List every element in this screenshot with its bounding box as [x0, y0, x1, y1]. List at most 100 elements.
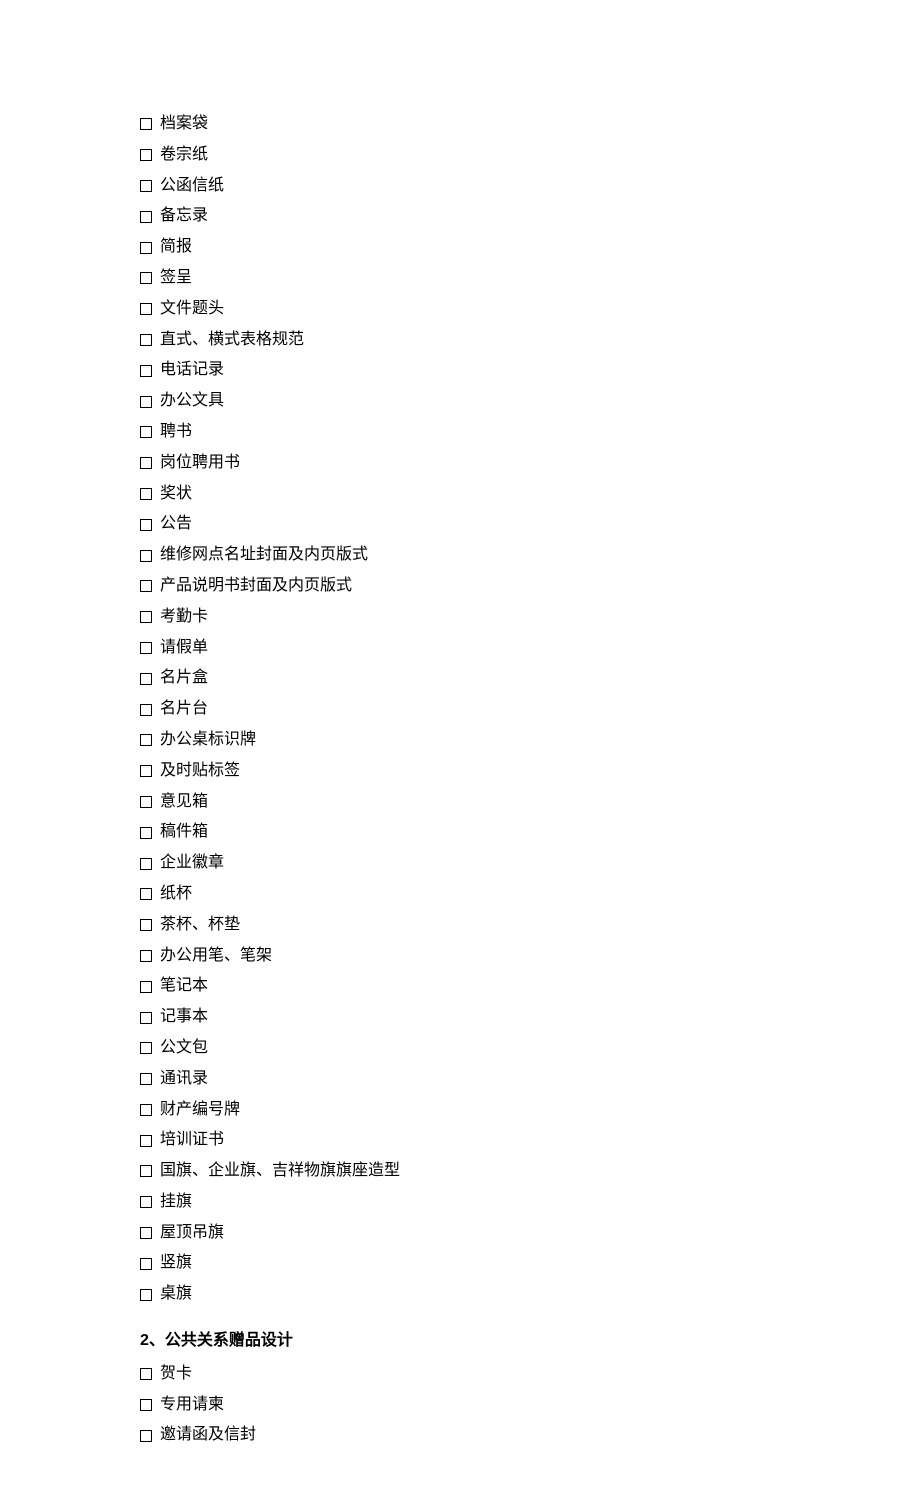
- checklist-item-label: 记事本: [160, 1003, 208, 1032]
- checklist-item: 记事本: [140, 1003, 780, 1032]
- checklist-item: 名片台: [140, 695, 780, 724]
- checkbox-icon: [140, 1165, 152, 1177]
- checklist-item: 考勤卡: [140, 603, 780, 632]
- checkbox-icon: [140, 981, 152, 993]
- checklist-item-label: 产品说明书封面及内页版式: [160, 572, 352, 601]
- checkbox-icon: [140, 1012, 152, 1024]
- checklist-item: 通讯录: [140, 1065, 780, 1094]
- checklist-item-label: 办公用笔、笔架: [160, 942, 272, 971]
- checklist-item: 维修网点名址封面及内页版式: [140, 541, 780, 570]
- checkbox-icon: [140, 1227, 152, 1239]
- checklist-item: 茶杯、杯垫: [140, 911, 780, 940]
- checklist-item-label: 奖状: [160, 480, 192, 509]
- checkbox-icon: [140, 396, 152, 408]
- checkbox-icon: [140, 1196, 152, 1208]
- checkbox-icon: [140, 704, 152, 716]
- checklist-item-label: 电话记录: [160, 356, 224, 385]
- checkbox-icon: [140, 734, 152, 746]
- checklist-item: 屋顶吊旗: [140, 1219, 780, 1248]
- checkbox-icon: [140, 1289, 152, 1301]
- checklist-item: 邀请函及信封: [140, 1421, 780, 1450]
- checklist-item: 公文包: [140, 1034, 780, 1063]
- checklist-item-label: 简报: [160, 233, 192, 262]
- checklist-section-1: 档案袋卷宗纸公函信纸备忘录简报签呈 文件题头直式、横式表格规范电话记录办公文具聘…: [140, 110, 780, 1309]
- checklist-item-label: 及时贴标签: [160, 757, 240, 786]
- checkbox-icon: [140, 1399, 152, 1411]
- checkbox-icon: [140, 457, 152, 469]
- checklist-item-label: 签呈: [160, 264, 192, 293]
- checklist-item-label: 名片台: [160, 695, 208, 724]
- checklist-item: 竖旗: [140, 1249, 780, 1278]
- checkbox-icon: [140, 272, 152, 284]
- checkbox-icon: [140, 180, 152, 192]
- checklist-item-label: 培训证书: [160, 1126, 224, 1155]
- checkbox-icon: [140, 334, 152, 346]
- checklist-item-label: 通讯录: [160, 1065, 208, 1094]
- checklist-item: 纸杯: [140, 880, 780, 909]
- checklist-item: 财产编号牌: [140, 1096, 780, 1125]
- checklist-item: 奖状: [140, 480, 780, 509]
- checkbox-icon: [140, 1104, 152, 1116]
- checklist-item-label: 考勤卡: [160, 603, 208, 632]
- checkbox-icon: [140, 580, 152, 592]
- checklist-item: 企业徽章: [140, 849, 780, 878]
- checklist-item-label: 聘书: [160, 418, 192, 447]
- checkbox-icon: [140, 242, 152, 254]
- checklist-item-label: 桌旗: [160, 1280, 192, 1309]
- checklist-item-label: 专用请柬: [160, 1391, 224, 1420]
- checklist-item-label: 企业徽章: [160, 849, 224, 878]
- checklist-item-label: 邀请函及信封: [160, 1421, 256, 1450]
- checklist-item-label: 国旗、企业旗、吉祥物旗旗座造型: [160, 1157, 400, 1186]
- checkbox-icon: [140, 426, 152, 438]
- checklist-item-label: 公告: [160, 510, 192, 539]
- checklist-item: 简报: [140, 233, 780, 262]
- checklist-item-label: 意见箱: [160, 788, 208, 817]
- checklist-item-label: 办公文具: [160, 387, 224, 416]
- checklist-item-label: 维修网点名址封面及内页版式: [160, 541, 368, 570]
- checklist-item-label: 贺卡: [160, 1360, 192, 1389]
- checkbox-icon: [140, 149, 152, 161]
- checklist-item: 签呈: [140, 264, 780, 293]
- checklist-item: 及时贴标签: [140, 757, 780, 786]
- checklist-section-2: 贺卡专用请柬邀请函及信封: [140, 1360, 780, 1450]
- checkbox-icon: [140, 488, 152, 500]
- checklist-item: 办公文具: [140, 387, 780, 416]
- checkbox-icon: [140, 765, 152, 777]
- checklist-item-label: 文件题头: [160, 295, 224, 324]
- checklist-item: 聘书: [140, 418, 780, 447]
- checkbox-icon: [140, 303, 152, 315]
- checklist-item: 公函信纸: [140, 172, 780, 201]
- checklist-item: 文件题头: [140, 295, 780, 324]
- checklist-item-label: 财产编号牌: [160, 1096, 240, 1125]
- checkbox-icon: [140, 950, 152, 962]
- checkbox-icon: [140, 1073, 152, 1085]
- checkbox-icon: [140, 550, 152, 562]
- checklist-item-label: 公函信纸: [160, 172, 224, 201]
- checklist-item-label: 纸杯: [160, 880, 192, 909]
- checklist-item: 岗位聘用书: [140, 449, 780, 478]
- checklist-item-label: 备忘录: [160, 202, 208, 231]
- checklist-item: 卷宗纸: [140, 141, 780, 170]
- checklist-item: 培训证书: [140, 1126, 780, 1155]
- checkbox-icon: [140, 796, 152, 808]
- checkbox-icon: [140, 1430, 152, 1442]
- checklist-item: 公告: [140, 510, 780, 539]
- checklist-item: 电话记录: [140, 356, 780, 385]
- checklist-item: 笔记本: [140, 972, 780, 1001]
- section-heading-2: 2、公共关系赠品设计: [140, 1327, 780, 1356]
- checkbox-icon: [140, 211, 152, 223]
- checklist-item: 名片盒: [140, 664, 780, 693]
- checkbox-icon: [140, 1042, 152, 1054]
- checkbox-icon: [140, 118, 152, 130]
- checklist-item: 请假单: [140, 634, 780, 663]
- checklist-item: 意见箱: [140, 788, 780, 817]
- checkbox-icon: [140, 519, 152, 531]
- checklist-item: 挂旗: [140, 1188, 780, 1217]
- checklist-item-label: 卷宗纸: [160, 141, 208, 170]
- checklist-item: 备忘录: [140, 202, 780, 231]
- checklist-item-label: 名片盒: [160, 664, 208, 693]
- checklist-item-label: 挂旗: [160, 1188, 192, 1217]
- checkbox-icon: [140, 1135, 152, 1147]
- checklist-item-label: 档案袋: [160, 110, 208, 139]
- checkbox-icon: [140, 611, 152, 623]
